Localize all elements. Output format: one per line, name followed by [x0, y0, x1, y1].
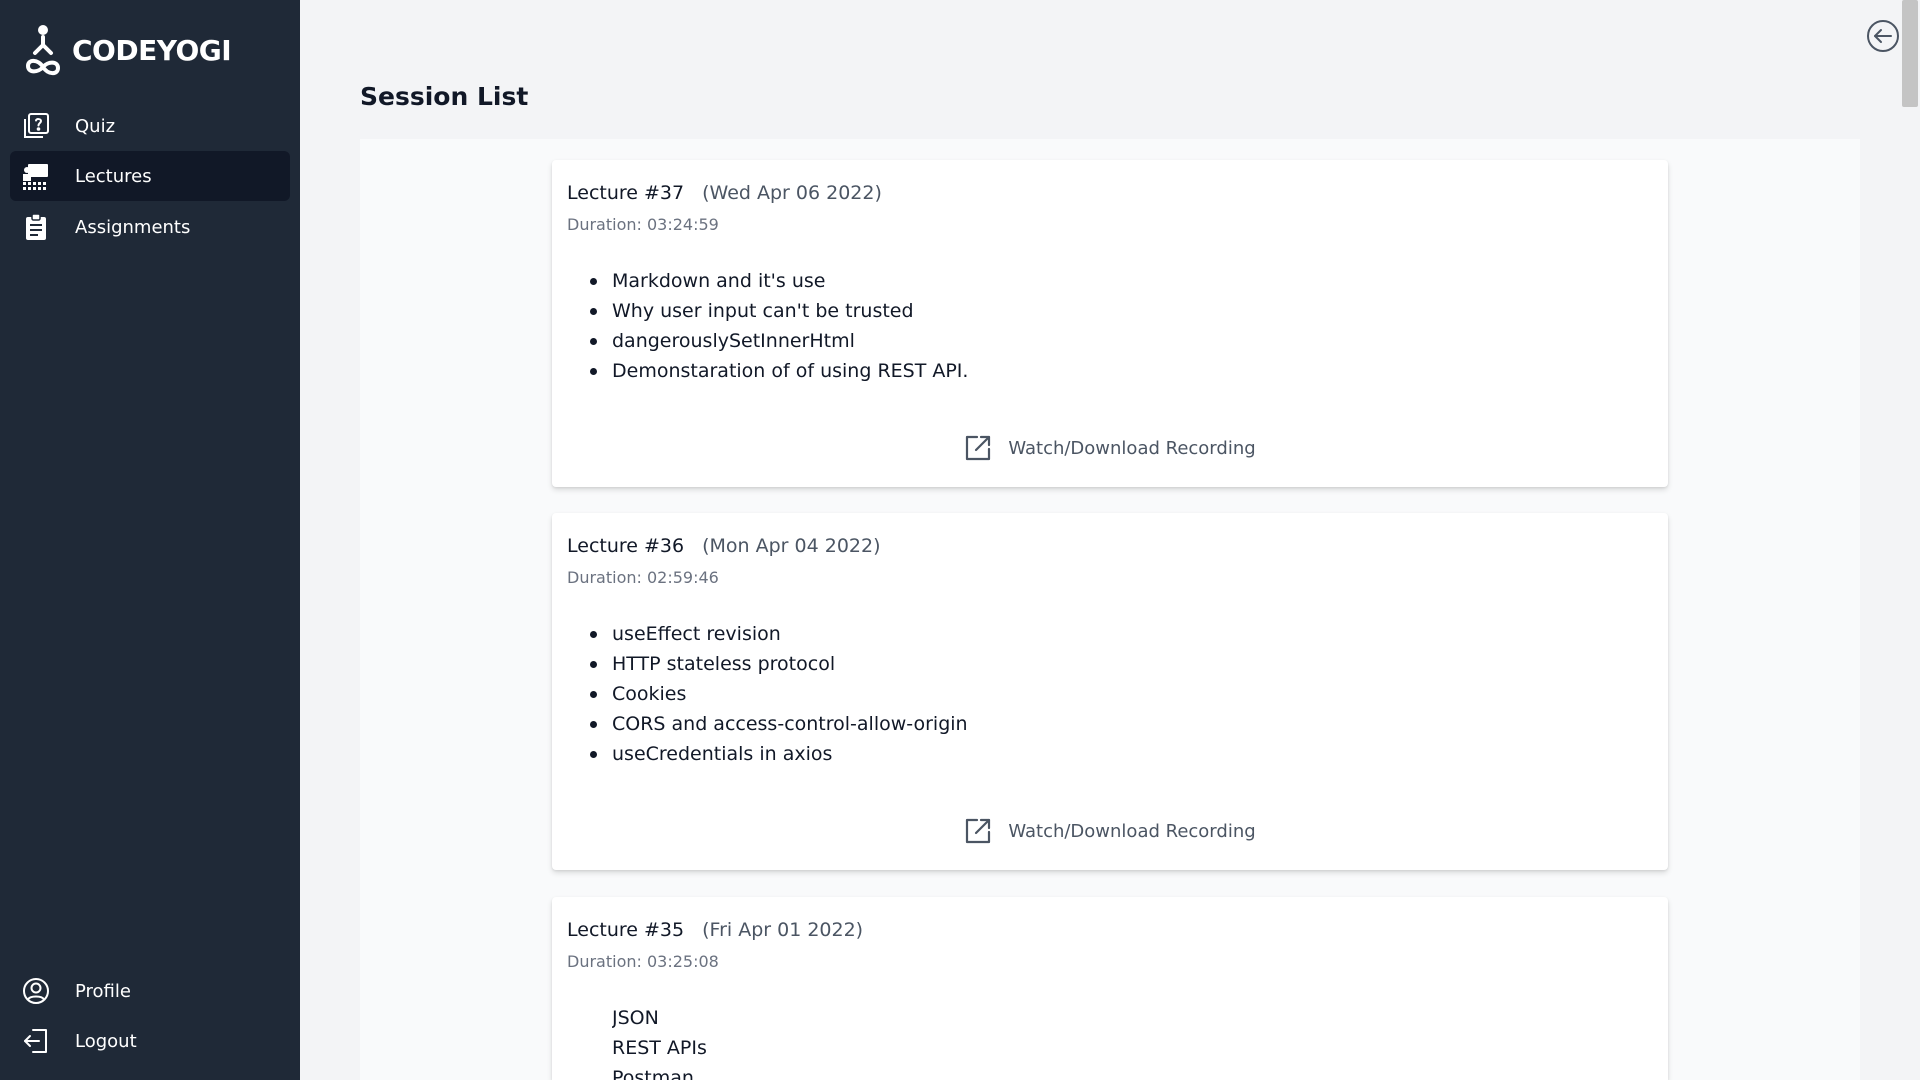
profile-icon	[21, 976, 51, 1006]
watch-recording-label: Watch/Download Recording	[1008, 820, 1256, 842]
scrollbar-track[interactable]	[1900, 0, 1920, 1080]
codeyogi-logo-icon	[25, 25, 61, 76]
topic-item: useCredentials in axios	[590, 739, 968, 769]
lecture-number: Lecture #36	[567, 535, 685, 557]
topic-item: Demonstaration of of using REST API.	[589, 356, 968, 386]
logo[interactable]: CODEYOGI	[22, 22, 232, 78]
sidebar-item-quiz[interactable]: Quiz	[10, 101, 290, 151]
lecture-date: (Fri Apr 01 2022)	[702, 919, 864, 941]
quiz-icon	[21, 111, 51, 141]
external-link-icon	[966, 435, 991, 461]
sidebar-item-assignments[interactable]: Assignments	[10, 202, 290, 252]
topic-item: CORS and access-control-allow-origin	[590, 709, 968, 739]
sidebar: CODEYOGI Quiz Lectures Assignments Profi…	[0, 0, 300, 1080]
sidebar-item-label: Profile	[75, 980, 131, 1002]
topic-item: useEffect revision	[590, 619, 968, 649]
topic-item: Postman	[612, 1063, 707, 1080]
topic-item: Markdown and it's use	[589, 266, 968, 296]
topic-item: dangerouslySetInnerHtml	[589, 326, 968, 356]
logout-icon	[21, 1026, 51, 1056]
back-button[interactable]	[1866, 19, 1900, 53]
session-card: Lecture #37 (Wed Apr 06 2022) Duration: …	[552, 160, 1668, 487]
lecture-duration: Duration: 03:25:08	[567, 952, 719, 971]
sidebar-item-label: Logout	[75, 1030, 137, 1052]
logo-text: CODEYOGI	[72, 33, 232, 67]
topic-item: JSON	[612, 1003, 707, 1033]
watch-recording-link[interactable]: Watch/Download Recording	[552, 817, 1668, 845]
topic-list: useEffect revision HTTP stateless protoc…	[590, 619, 968, 769]
page-title: Session List	[360, 82, 529, 111]
session-card: Lecture #36 (Mon Apr 04 2022) Duration: …	[552, 513, 1668, 870]
lecture-number: Lecture #35	[567, 919, 685, 941]
sidebar-item-label: Assignments	[75, 216, 191, 238]
lectures-icon	[21, 161, 51, 191]
topic-list: Markdown and it's use Why user input can…	[589, 266, 968, 386]
arrow-left-icon	[1867, 20, 1899, 52]
watch-recording-link[interactable]: Watch/Download Recording	[552, 434, 1668, 462]
topic-item: Why user input can't be trusted	[589, 296, 968, 326]
sidebar-item-lectures[interactable]: Lectures	[10, 151, 290, 201]
sidebar-item-label: Quiz	[75, 115, 116, 137]
lecture-date: (Wed Apr 06 2022)	[702, 182, 882, 204]
scrollbar-thumb[interactable]	[1902, 0, 1918, 107]
lecture-date: (Mon Apr 04 2022)	[702, 535, 881, 557]
topic-item: HTTP stateless protocol	[590, 649, 968, 679]
topic-list: JSON REST APIs Postman	[612, 1003, 707, 1080]
lecture-duration: Duration: 03:24:59	[567, 215, 719, 234]
lecture-duration: Duration: 02:59:46	[567, 568, 719, 587]
watch-recording-label: Watch/Download Recording	[1008, 437, 1256, 459]
assignments-icon	[21, 212, 51, 242]
session-card: Lecture #35 (Fri Apr 01 2022) Duration: …	[552, 897, 1668, 1080]
sidebar-item-profile[interactable]: Profile	[10, 966, 290, 1016]
external-link-icon	[966, 818, 991, 844]
sidebar-item-label: Lectures	[75, 165, 152, 187]
lecture-number: Lecture #37	[567, 182, 685, 204]
topic-item: Cookies	[590, 679, 968, 709]
topic-item: REST APIs	[612, 1033, 707, 1063]
sidebar-item-logout[interactable]: Logout	[10, 1016, 290, 1066]
